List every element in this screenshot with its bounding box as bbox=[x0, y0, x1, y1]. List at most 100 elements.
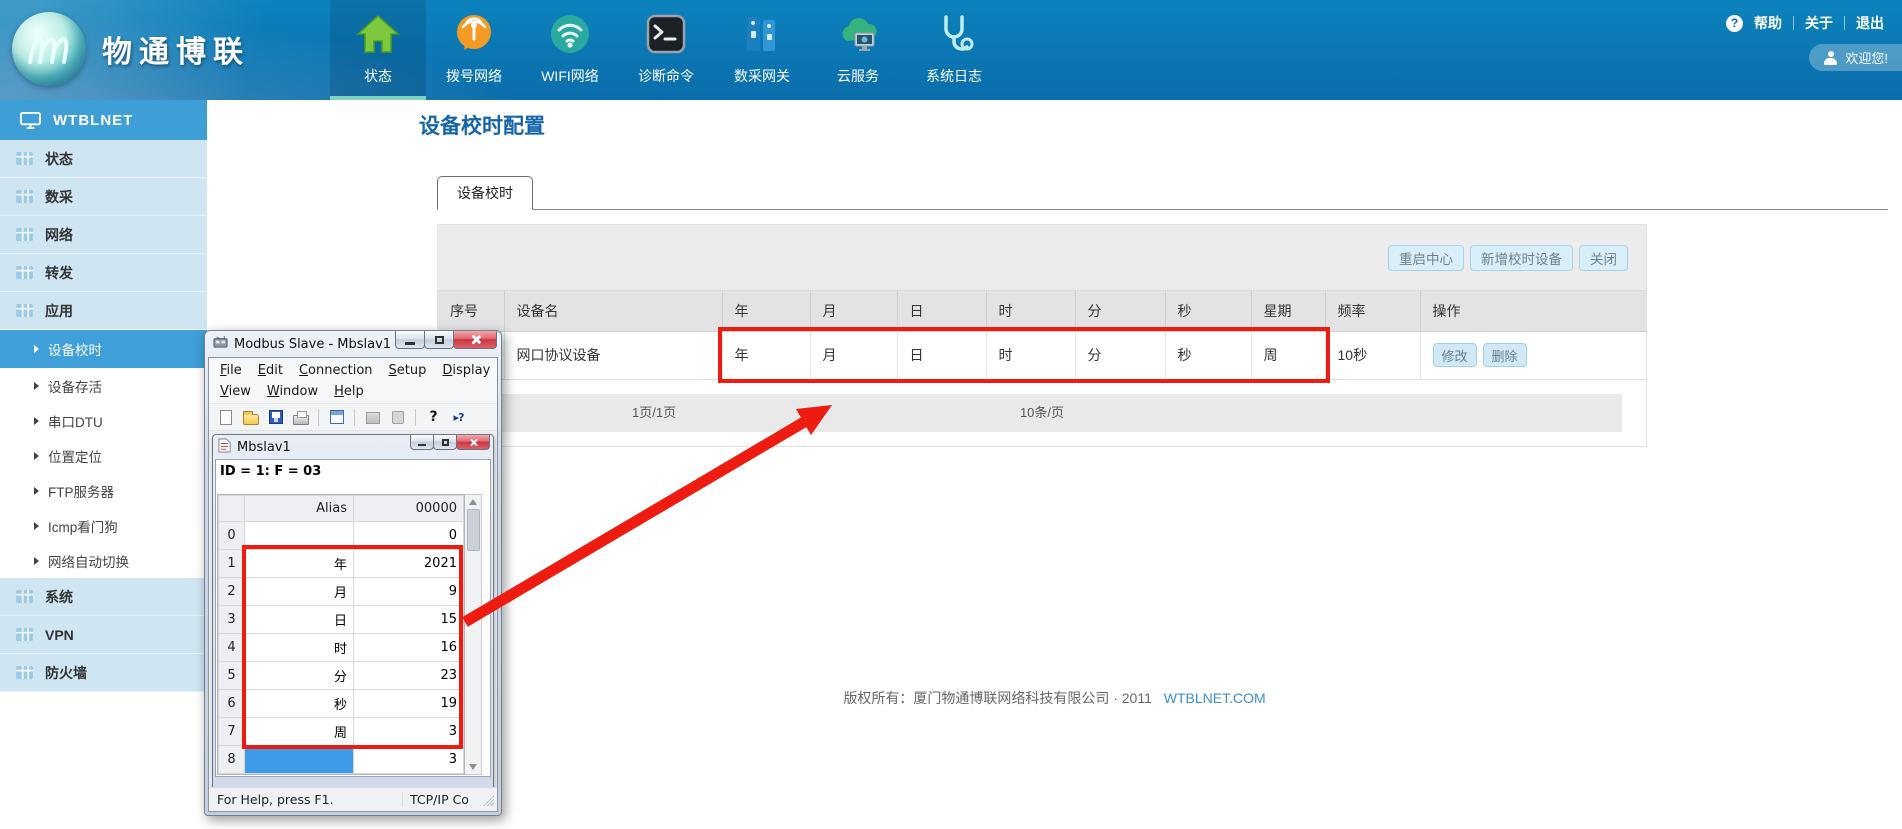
menu-item-setup[interactable]: Setup bbox=[381, 363, 435, 378]
nav-item-数采网关[interactable]: 数采网关 bbox=[714, 0, 810, 100]
panel-button-新增校时设备[interactable]: 新增校时设备 bbox=[1470, 245, 1573, 271]
sidebar-item-应用[interactable]: 应用 bbox=[0, 292, 207, 330]
welcome-badge[interactable]: 欢迎您! bbox=[1809, 44, 1902, 71]
modbus-slave-window[interactable]: Modbus Slave - Mbslav1 FileEditConnectio… bbox=[204, 330, 502, 816]
sidebar-item-label: 防火墙 bbox=[45, 663, 87, 683]
toolbar-button-open-folder-icon[interactable] bbox=[241, 408, 260, 427]
menu-item-file[interactable]: File bbox=[212, 363, 250, 378]
toolbar-button-communication-traffic-icon[interactable] bbox=[388, 408, 407, 427]
child-title-bar[interactable]: Mbslav1 bbox=[215, 435, 491, 459]
toolbar-button-poll-definition-icon[interactable] bbox=[363, 408, 382, 427]
nav-item-系统日志[interactable]: 系统日志 bbox=[906, 0, 1002, 100]
grid-alias-cell[interactable] bbox=[245, 522, 354, 550]
maximize-button[interactable] bbox=[424, 331, 454, 349]
window-controls bbox=[396, 331, 497, 349]
sidebar-item-转发[interactable]: 转发 bbox=[0, 254, 207, 292]
save-icon bbox=[269, 410, 283, 424]
grid-value-cell[interactable]: 16 bbox=[354, 634, 464, 662]
sidebar-item-防火墙[interactable]: 防火墙 bbox=[0, 654, 207, 692]
page-title: 设备校时配置 bbox=[419, 110, 545, 140]
close-button[interactable] bbox=[453, 331, 497, 349]
resize-grip[interactable] bbox=[482, 794, 494, 806]
scrollbar-thumb[interactable] bbox=[467, 509, 480, 551]
nav-item-诊断命令[interactable]: 诊断命令 bbox=[618, 0, 714, 100]
grid-value-cell[interactable]: 19 bbox=[354, 690, 464, 718]
nav-item-状态[interactable]: 状态 bbox=[330, 0, 426, 100]
grid-value-cell[interactable]: 0 bbox=[354, 522, 464, 550]
sidebar-item-Icmp看门狗[interactable]: Icmp看门狗 bbox=[0, 508, 207, 543]
child-window-title: Mbslav1 bbox=[237, 440, 291, 455]
menu-item-edit[interactable]: Edit bbox=[250, 363, 291, 378]
child-minimize-button[interactable] bbox=[410, 435, 434, 450]
sidebar-item-VPN[interactable]: VPN bbox=[0, 616, 207, 654]
nav-label: 系统日志 bbox=[926, 66, 982, 86]
about-link[interactable]: 关于 bbox=[1805, 13, 1833, 33]
grid-alias-cell[interactable]: 月 bbox=[245, 578, 354, 606]
grid-value-cell[interactable]: 15 bbox=[354, 606, 464, 634]
panel-button-重启中心[interactable]: 重启中心 bbox=[1388, 245, 1464, 271]
table-cell: 年 bbox=[722, 331, 810, 379]
sidebar-item-FTP服务器[interactable]: FTP服务器 bbox=[0, 473, 207, 508]
grid-alias-cell[interactable]: 时 bbox=[245, 634, 354, 662]
grid-value-cell[interactable]: 9 bbox=[354, 578, 464, 606]
grid-icon bbox=[15, 189, 34, 204]
minimize-button[interactable] bbox=[395, 331, 425, 349]
mbslav1-child-window[interactable]: Mbslav1 ID = 1: F = 03 Alias00000001年202… bbox=[212, 434, 494, 787]
nav-item-WIFI网络[interactable]: WIFI网络 bbox=[522, 0, 618, 100]
grid-value-cell[interactable]: 2021 bbox=[354, 550, 464, 578]
toolbar-button-help-icon[interactable] bbox=[424, 408, 443, 427]
window-title-bar[interactable]: Modbus Slave - Mbslav1 bbox=[208, 331, 498, 357]
sidebar-item-串口DTU[interactable]: 串口DTU bbox=[0, 403, 207, 438]
toolbar-button-save-icon[interactable] bbox=[266, 408, 285, 427]
tab-device-timing[interactable]: 设备校时 bbox=[437, 176, 533, 210]
help-icon bbox=[1726, 15, 1743, 32]
menu-item-display[interactable]: Display bbox=[434, 363, 498, 378]
grid-value-cell[interactable]: 3 bbox=[354, 718, 464, 746]
menu-row: FileEditConnectionSetupDisplay bbox=[212, 360, 494, 381]
minimize-icon bbox=[405, 342, 415, 345]
action-button-修改[interactable]: 修改 bbox=[1433, 343, 1477, 367]
action-button-删除[interactable]: 删除 bbox=[1483, 343, 1527, 367]
grid-alias-cell[interactable]: 年 bbox=[245, 550, 354, 578]
sidebar-item-系统[interactable]: 系统 bbox=[0, 578, 207, 616]
menu-item-window[interactable]: Window bbox=[259, 384, 326, 399]
grid-alias-cell[interactable]: 秒 bbox=[245, 690, 354, 718]
nav-label: WIFI网络 bbox=[541, 66, 599, 86]
mdi-client-area: Mbslav1 ID = 1: F = 03 Alias00000001年202… bbox=[209, 431, 497, 787]
grid-alias-cell[interactable]: 周 bbox=[245, 718, 354, 746]
table-cell-actions: 修改删除 bbox=[1420, 331, 1646, 379]
sidebar-item-网络自动切换[interactable]: 网络自动切换 bbox=[0, 543, 207, 578]
nav-item-拨号网络[interactable]: 拨号网络 bbox=[426, 0, 522, 100]
toolbar-button-display-settings-icon[interactable] bbox=[327, 408, 346, 427]
menu-item-view[interactable]: View bbox=[212, 384, 259, 399]
sidebar-item-数采[interactable]: 数采 bbox=[0, 178, 207, 216]
sidebar-item-设备存活[interactable]: 设备存活 bbox=[0, 368, 207, 403]
child-maximize-button[interactable] bbox=[433, 435, 457, 450]
open-folder-icon bbox=[243, 414, 259, 425]
grid-row-number: 4 bbox=[219, 634, 245, 662]
logout-link[interactable]: 退出 bbox=[1856, 13, 1884, 33]
nav-item-云服务[interactable]: 云服务 bbox=[810, 0, 906, 100]
menu-item-connection[interactable]: Connection bbox=[291, 363, 381, 378]
grid-row-number: 6 bbox=[219, 690, 245, 718]
menu-item-help[interactable]: Help bbox=[326, 384, 372, 399]
panel-button-关闭[interactable]: 关闭 bbox=[1579, 245, 1628, 271]
grid-alias-cell[interactable] bbox=[245, 746, 354, 774]
grid-alias-cell[interactable]: 日 bbox=[245, 606, 354, 634]
toolbar-button-new-file-icon[interactable] bbox=[216, 408, 235, 427]
child-close-button[interactable] bbox=[456, 435, 490, 450]
grid-alias-cell[interactable]: 分 bbox=[245, 662, 354, 690]
vertical-scrollbar[interactable] bbox=[465, 494, 482, 775]
grid-icon bbox=[15, 227, 34, 242]
toolbar-button-context-help-icon[interactable] bbox=[449, 408, 468, 427]
menu-bar: FileEditConnectionSetupDisplay ViewWindow… bbox=[209, 358, 497, 404]
sidebar-item-状态[interactable]: 状态 bbox=[0, 140, 207, 178]
grid-value-cell[interactable]: 3 bbox=[354, 746, 464, 774]
footer-link[interactable]: WTBLNET.COM bbox=[1164, 690, 1266, 706]
sidebar-item-网络[interactable]: 网络 bbox=[0, 216, 207, 254]
grid-value-cell[interactable]: 23 bbox=[354, 662, 464, 690]
sidebar-item-位置定位[interactable]: 位置定位 bbox=[0, 438, 207, 473]
sidebar-item-设备校时[interactable]: 设备校时 bbox=[0, 330, 207, 368]
help-link[interactable]: 帮助 bbox=[1754, 13, 1782, 33]
toolbar-button-print-icon[interactable] bbox=[291, 408, 310, 427]
